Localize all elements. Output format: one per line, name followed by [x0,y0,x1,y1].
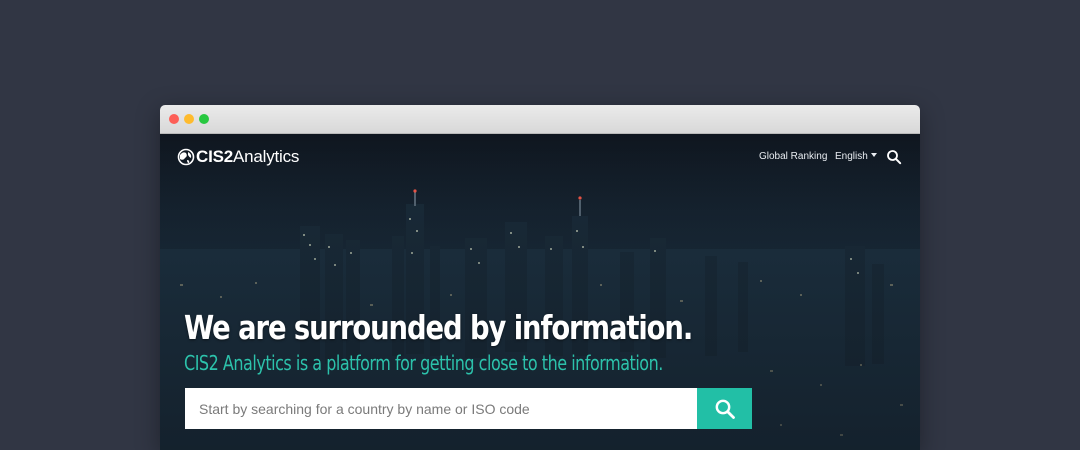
language-dropdown[interactable]: English [835,150,877,164]
search-icon [715,399,735,419]
language-label: English [835,151,868,162]
globe-icon [177,148,195,166]
top-navbar: CIS2Analytics Global Ranking English [160,134,920,180]
caret-down-icon [870,153,877,158]
search-button[interactable] [697,388,752,429]
zoom-window-button[interactable] [199,114,209,124]
close-window-button[interactable] [169,114,179,124]
logo-brand: CIS2 [196,147,233,166]
logo-text: CIS2Analytics [196,146,299,168]
minimize-window-button[interactable] [184,114,194,124]
nav-global-ranking[interactable]: Global Ranking [759,150,827,164]
browser-window: CIS2Analytics Global Ranking English We … [160,105,920,450]
logo-suffix: Analytics [233,147,300,166]
page-viewport: CIS2Analytics Global Ranking English We … [160,134,920,450]
hero-title: We are surrounded by information. [184,308,693,347]
window-titlebar [160,105,920,134]
country-search-input[interactable] [185,388,697,429]
logo[interactable]: CIS2Analytics [176,146,299,168]
hero-subtitle: CIS2 Analytics is a platform for getting… [184,351,663,375]
search-icon[interactable] [886,149,902,165]
